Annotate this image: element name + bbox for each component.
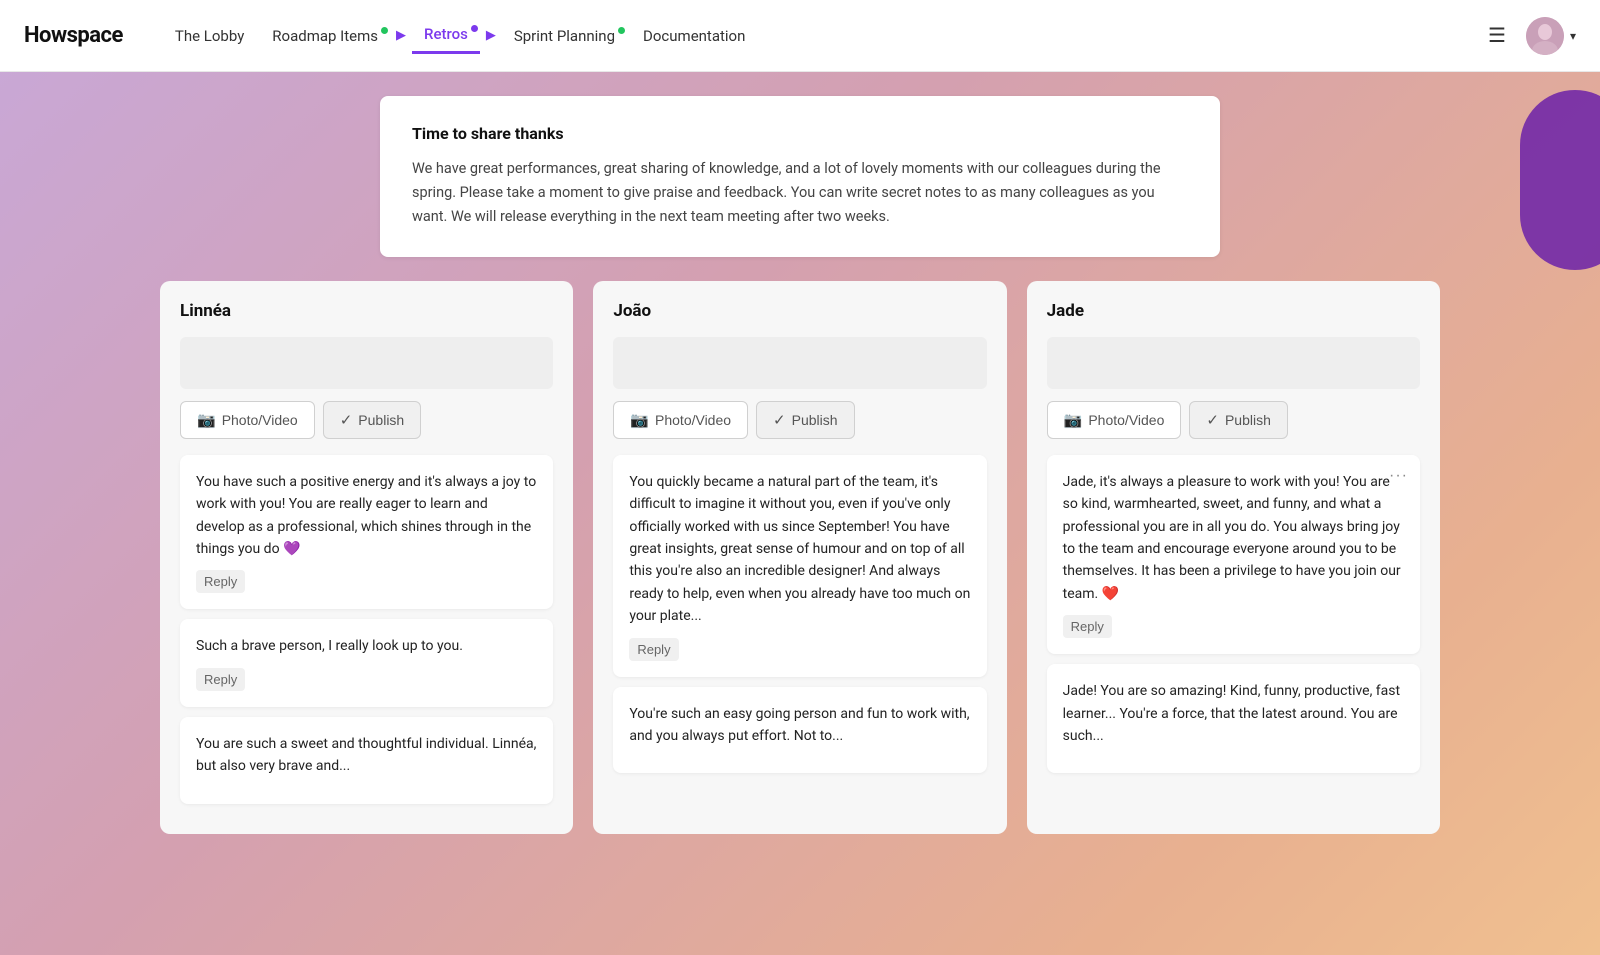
column-header-linnea: Linnéa [180, 301, 553, 321]
nav-links: The Lobby Roadmap Items ▶ Retros ▶ Sprin… [163, 17, 1480, 54]
column-header-jade: Jade [1047, 301, 1420, 321]
comment-text-linnea-1: You have such a positive energy and it's… [196, 471, 537, 561]
reply-button-jade-1[interactable]: Reply [1063, 615, 1112, 638]
camera-icon-joao: 📷 [630, 411, 649, 429]
photo-video-button-joao[interactable]: 📷 Photo/Video [613, 401, 748, 439]
main-content: Time to share thanks We have great perfo… [0, 72, 1600, 858]
info-card-title: Time to share thanks [412, 124, 1188, 143]
photo-video-button-jade[interactable]: 📷 Photo/Video [1047, 401, 1182, 439]
nav-link-roadmap[interactable]: Roadmap Items [260, 19, 390, 53]
input-area-linnea[interactable] [180, 337, 553, 389]
reply-button-linnea-1[interactable]: Reply [196, 570, 245, 593]
column-header-joao: João [613, 301, 986, 321]
input-area-jade[interactable] [1047, 337, 1420, 389]
columns-container: Linnéa 📷 Photo/Video ✓ Publish You have … [160, 281, 1440, 834]
publish-button-linnea[interactable]: ✓ Publish [323, 401, 422, 439]
comment-card-jade-2: Jade! You are so amazing! Kind, funny, p… [1047, 664, 1420, 773]
nav-link-docs[interactable]: Documentation [631, 19, 757, 53]
comment-card-joao-1: You quickly became a natural part of the… [613, 455, 986, 677]
nav-arrow-2: ▶ [486, 28, 496, 43]
comment-text-jade-1: Jade, it's always a pleasure to work wit… [1063, 471, 1404, 605]
check-icon-linnea: ✓ [340, 411, 353, 429]
nav-arrow-1: ▶ [396, 28, 406, 43]
comment-text-linnea-3: You are such a sweet and thoughtful indi… [196, 733, 537, 778]
comment-text-joao-2: You're such an easy going person and fun… [629, 703, 970, 748]
navbar: Howspace The Lobby Roadmap Items ▶ Retro… [0, 0, 1600, 72]
avatar-chevron-icon: ▾ [1570, 29, 1576, 43]
photo-video-button-linnea[interactable]: 📷 Photo/Video [180, 401, 315, 439]
camera-icon-jade: 📷 [1064, 411, 1083, 429]
check-icon-joao: ✓ [773, 411, 786, 429]
comment-card-joao-2: You're such an easy going person and fun… [613, 687, 986, 774]
check-icon-jade: ✓ [1206, 411, 1219, 429]
reply-button-joao-1[interactable]: Reply [629, 638, 678, 661]
more-options-button-jade-1[interactable]: ··· [1389, 467, 1408, 485]
info-card: Time to share thanks We have great perfo… [380, 96, 1220, 257]
nav-link-lobby[interactable]: The Lobby [163, 19, 256, 53]
column-jade: Jade 📷 Photo/Video ✓ Publish ··· Jade, i… [1027, 281, 1440, 834]
avatar [1526, 17, 1564, 55]
column-joao: João 📷 Photo/Video ✓ Publish You quickly… [593, 281, 1006, 834]
reply-button-linnea-2[interactable]: Reply [196, 668, 245, 691]
comment-text-jade-2: Jade! You are so amazing! Kind, funny, p… [1063, 680, 1404, 747]
logo: Howspace [24, 23, 123, 48]
comment-card-linnea-1: You have such a positive energy and it's… [180, 455, 553, 610]
input-area-joao[interactable] [613, 337, 986, 389]
camera-icon-linnea: 📷 [197, 411, 216, 429]
comment-card-linnea-3: You are such a sweet and thoughtful indi… [180, 717, 553, 804]
hamburger-button[interactable]: ☰ [1480, 15, 1514, 56]
purple-decoration [1520, 90, 1600, 270]
avatar-container[interactable]: ▾ [1526, 17, 1576, 55]
nav-right: ☰ ▾ [1480, 15, 1576, 56]
comment-text-joao-1: You quickly became a natural part of the… [629, 471, 970, 628]
nav-link-sprint[interactable]: Sprint Planning [502, 19, 627, 53]
sprint-dot [618, 27, 625, 34]
comment-card-linnea-2: Such a brave person, I really look up to… [180, 619, 553, 706]
comment-card-jade-1: ··· Jade, it's always a pleasure to work… [1047, 455, 1420, 654]
input-actions-jade: 📷 Photo/Video ✓ Publish [1047, 401, 1420, 439]
nav-link-retros[interactable]: Retros [412, 17, 480, 54]
roadmap-dot [381, 27, 388, 34]
input-actions-joao: 📷 Photo/Video ✓ Publish [613, 401, 986, 439]
publish-button-joao[interactable]: ✓ Publish [756, 401, 855, 439]
input-actions-linnea: 📷 Photo/Video ✓ Publish [180, 401, 553, 439]
column-linnea: Linnéa 📷 Photo/Video ✓ Publish You have … [160, 281, 573, 834]
publish-button-jade[interactable]: ✓ Publish [1189, 401, 1288, 439]
info-card-body: We have great performances, great sharin… [412, 157, 1188, 229]
retros-dot [471, 25, 478, 32]
comment-text-linnea-2: Such a brave person, I really look up to… [196, 635, 537, 657]
